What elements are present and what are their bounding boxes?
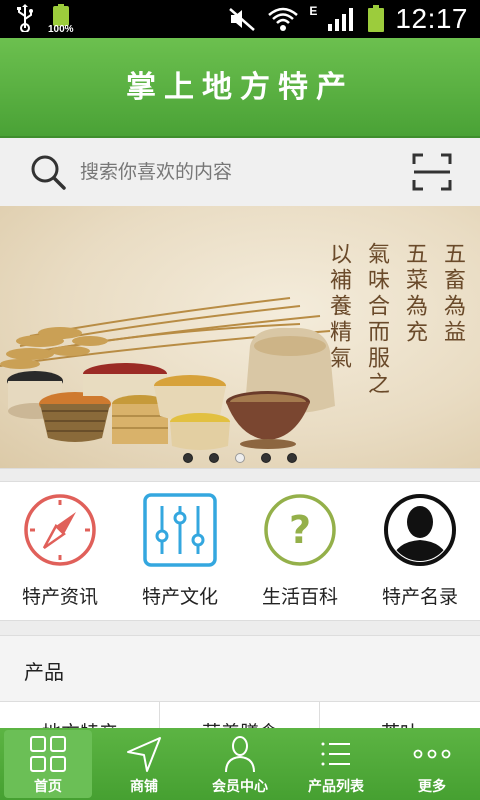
product-tab-label: 营养膳食 [160, 718, 319, 728]
banner-poem: 五畜為益 五菜為充 氣味合而服之 以補養精氣 [322, 242, 468, 398]
products-section-header: 产品 [0, 636, 480, 702]
carousel-dot-active[interactable] [235, 453, 245, 463]
product-tab[interactable]: 地方特产 [0, 702, 160, 728]
nav-product-list[interactable]: 产品列表 [288, 728, 384, 800]
nav-label: 商铺 [130, 779, 158, 795]
product-tab[interactable]: 营养膳食 [160, 702, 320, 728]
nav-shops[interactable]: 商铺 [96, 728, 192, 800]
sliders-icon [143, 493, 217, 567]
nav-label: 会员中心 [212, 779, 268, 795]
battery-icon: 100% [48, 4, 76, 35]
nav-label: 产品列表 [308, 779, 364, 795]
poem-line: 五畜為益 [440, 242, 465, 346]
poem-line: 氣味合而服之 [364, 242, 389, 398]
carousel-dot[interactable] [183, 453, 193, 463]
person-icon [384, 494, 456, 566]
product-tab[interactable]: 茶叶 [320, 702, 480, 728]
divider [0, 620, 480, 636]
divider [0, 468, 480, 482]
product-tabs: 地方特产 营养膳食 茶叶 [0, 702, 480, 728]
category-encyclopedia[interactable]: ? 生活百科 [240, 482, 360, 620]
nav-member-center[interactable]: 会员中心 [192, 728, 288, 800]
carousel-dot[interactable] [261, 453, 271, 463]
clock: 12:17 [395, 3, 468, 34]
bottom-nav: 首页 商铺 会员中心 产品列表 更多 [0, 728, 480, 800]
category-label: 生活百科 [261, 586, 338, 608]
compass-icon [24, 494, 96, 566]
category-grid: 特产资讯 特产文化 ? 生活百科 特产名录 [0, 482, 480, 620]
grid-icon [30, 736, 66, 772]
app-header: 掌上地方特产 [0, 38, 480, 138]
promo-banner[interactable]: 五畜為益 五菜為充 氣味合而服之 以補養精氣 [0, 206, 480, 468]
search-icon[interactable] [28, 152, 68, 192]
nav-label: 更多 [418, 779, 446, 795]
nav-home[interactable]: 首页 [0, 728, 96, 800]
product-tab-label: 茶叶 [320, 718, 480, 728]
category-label: 特产资讯 [21, 586, 98, 608]
mute-icon [229, 8, 256, 31]
svg-text:?: ? [289, 508, 311, 552]
category-label: 特产文化 [141, 586, 218, 608]
signal-icon [328, 8, 354, 31]
nav-label: 首页 [34, 779, 62, 795]
carousel-dot[interactable] [287, 453, 297, 463]
wifi-icon [268, 7, 299, 31]
poem-line: 五菜為充 [402, 242, 427, 346]
category-label: 特产名录 [381, 586, 458, 608]
category-directory[interactable]: 特产名录 [360, 482, 480, 620]
section-title: 产品 [24, 660, 64, 684]
poem-line: 以補養精氣 [326, 242, 351, 372]
status-bar: 100% E 12:17 [0, 0, 480, 38]
category-culture[interactable]: 特产文化 [120, 482, 240, 620]
navigation-icon [127, 737, 161, 772]
search-bar [0, 138, 480, 206]
product-tab-label: 地方特产 [0, 718, 159, 728]
page-title: 掌上地方特产 [126, 70, 354, 105]
scan-icon[interactable] [412, 153, 452, 191]
nav-more[interactable]: 更多 [384, 728, 480, 800]
search-input[interactable] [80, 152, 380, 192]
question-icon: ? [264, 494, 336, 566]
user-icon [225, 736, 255, 773]
carousel-dot[interactable] [209, 453, 219, 463]
carousel-indicator [0, 448, 480, 468]
category-news[interactable]: 特产资讯 [0, 482, 120, 620]
network-type: E [309, 4, 318, 18]
list-icon [321, 742, 350, 766]
battery-icon [368, 5, 385, 32]
usb-icon [17, 4, 33, 32]
battery-percent: 100% [48, 24, 74, 35]
more-icon [413, 749, 451, 759]
